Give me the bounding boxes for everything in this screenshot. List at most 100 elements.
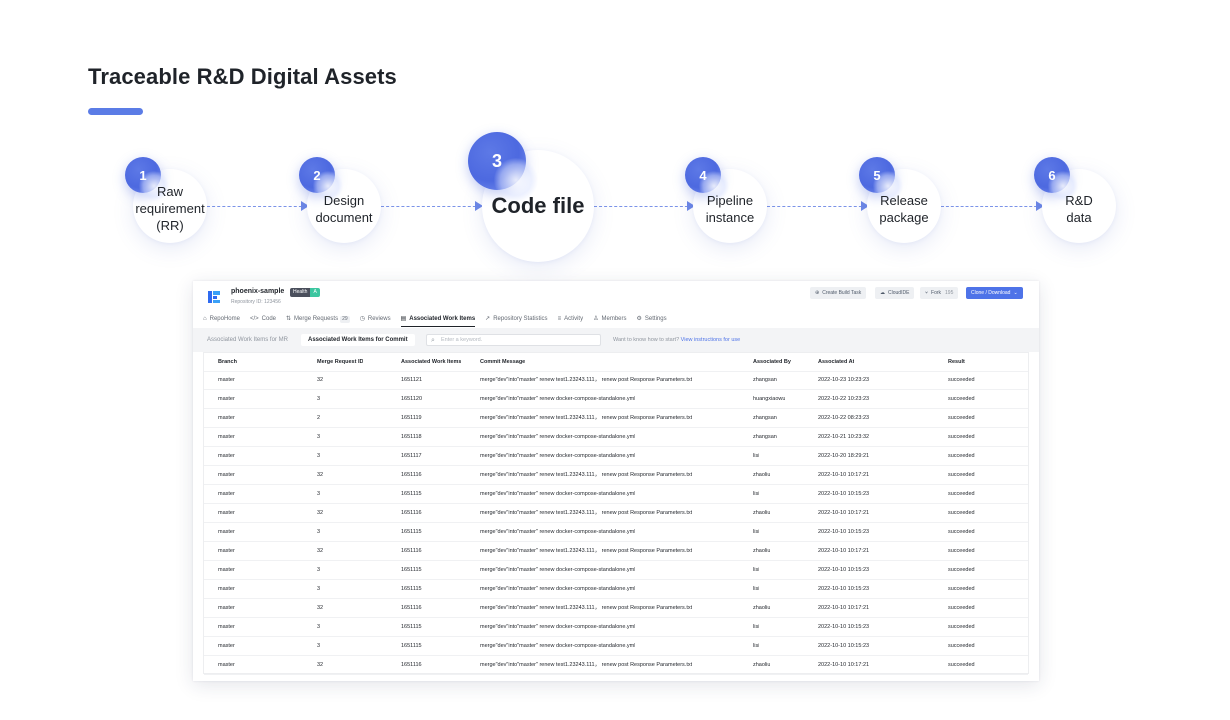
table-cell: 2022-10-10 10:17:21 <box>818 510 870 516</box>
column-header: Associated By <box>753 359 791 365</box>
search-input[interactable]: ⌕ Enter a keyword. <box>426 334 601 346</box>
table-cell: 2022-10-10 10:17:21 <box>818 472 870 478</box>
instructions-link[interactable]: View instructions for use <box>681 337 741 343</box>
table-row[interactable]: master 3 1651117 merge"dev"into"master" ren… <box>204 447 1028 466</box>
tab-activity[interactable]: ≡ Activity <box>558 312 584 327</box>
step-label: Pipeline <box>706 193 754 208</box>
table-cell: succeeded <box>948 624 975 630</box>
table-cell: merge"dev"into"master" renew test1.23243… <box>480 510 693 516</box>
table-cell: 1651116 <box>401 548 422 554</box>
health-label: Health <box>290 288 311 297</box>
chevron-down-icon: ⌄ <box>1013 290 1018 296</box>
home-icon: ⌂ <box>203 316 207 322</box>
tab-merge-requests[interactable]: ⇅ Merge Requests 29 <box>286 312 350 327</box>
cloud-icon: ☁ <box>880 290 885 296</box>
table-cell: 32 <box>317 377 324 383</box>
table-cell: 1651116 <box>401 472 422 478</box>
table-cell: master <box>218 529 235 535</box>
tab-settings[interactable]: ⚙ Settings <box>637 312 667 327</box>
table-row[interactable]: master 32 1651121 merge"dev"into"master" re… <box>204 371 1028 390</box>
table-cell: merge"dev"into"master" renew test1.23243… <box>480 605 693 611</box>
clone-download-button[interactable]: Clone / Download ⌄ <box>966 287 1023 299</box>
segment-mr[interactable]: Associated Work Items for MR <box>200 334 295 346</box>
tab-members[interactable]: ♙ Members <box>593 312 626 327</box>
table-cell: merge"dev"into"master" renew docker-comp… <box>480 491 636 497</box>
flow-step-release-package: 5 Release package <box>859 157 941 243</box>
table-cell: zhangsan <box>753 377 777 383</box>
gear-icon: ⚙ <box>636 316 642 322</box>
table-row[interactable]: master 2 1651119 merge"dev"into"master" ren… <box>204 409 1028 428</box>
flow-step-raw-requirement: 1 Raw requirement (RR) <box>125 157 207 243</box>
table-cell: succeeded <box>948 529 975 535</box>
table-cell: merge"dev"into"master" renew docker-comp… <box>480 624 636 630</box>
table-row[interactable]: master 32 1651116 merge"dev"into"master" re… <box>204 656 1028 675</box>
table-cell: zhaoliu <box>753 510 771 516</box>
repo-header: phoenix-sample Health A Repository ID: 1… <box>193 281 1039 311</box>
table-row[interactable]: master 32 1651116 merge"dev"into"master" re… <box>204 504 1028 523</box>
table-cell: zhaoliu <box>753 662 771 668</box>
table-cell: 2022-10-10 10:15:23 <box>818 491 870 497</box>
plus-circle-icon: ⊕ <box>815 290 820 296</box>
flow-step-code-file: 3 Code file <box>468 132 594 262</box>
tab-repository-statistics[interactable]: ↗ Repository Statistics <box>485 312 547 327</box>
table-cell: 1651115 <box>401 491 422 497</box>
flow-step-design-document: 2 Design document <box>299 157 381 243</box>
table-cell: 32 <box>317 605 324 611</box>
tab-repohome[interactable]: ⌂ RepoHome <box>203 312 240 327</box>
table-cell: 2022-10-10 10:17:21 <box>818 662 870 668</box>
repository-panel: phoenix-sample Health A Repository ID: 1… <box>193 281 1039 681</box>
table-row[interactable]: master 3 1651115 merge"dev"into"master" ren… <box>204 618 1028 637</box>
table-cell: master <box>218 624 235 630</box>
repo-logo-icon <box>208 291 220 303</box>
step-label: package <box>879 210 929 225</box>
traceability-flow: 1 Raw requirement (RR) 2 Design document… <box>0 120 1230 270</box>
table-cell: master <box>218 605 235 611</box>
table-cell: succeeded <box>948 586 975 592</box>
flow-connector-1-2 <box>207 201 309 211</box>
column-header: Result <box>948 359 965 365</box>
table-row[interactable]: master 3 1651115 merge"dev"into"master" ren… <box>204 523 1028 542</box>
segment-commit[interactable]: Associated Work Items for Commit <box>301 334 415 346</box>
table-cell: master <box>218 643 235 649</box>
table-cell: 2 <box>317 415 321 421</box>
table-row[interactable]: master 3 1651120 merge"dev"into"master" ren… <box>204 390 1028 409</box>
table-cell: master <box>218 377 235 383</box>
table-cell: 32 <box>317 662 324 668</box>
tab-associated-work-items[interactable]: ▤ Associated Work Items <box>400 312 475 327</box>
table-cell: succeeded <box>948 567 975 573</box>
table-row[interactable]: master 3 1651118 merge"dev"into"master" ren… <box>204 428 1028 447</box>
tab-reviews[interactable]: ◷ Reviews <box>360 312 391 327</box>
table-cell: 1651121 <box>401 377 423 383</box>
table-row[interactable]: master 3 1651115 merge"dev"into"master" ren… <box>204 485 1028 504</box>
column-header: Merge Request ID <box>317 359 364 365</box>
review-icon: ◷ <box>359 316 365 322</box>
table-cell: master <box>218 491 235 497</box>
search-icon: ⌕ <box>431 337 435 344</box>
table-row[interactable]: master 3 1651115 merge"dev"into"master" ren… <box>204 580 1028 599</box>
table-cell: lisi <box>753 643 760 649</box>
table-row[interactable]: master 3 1651115 merge"dev"into"master" ren… <box>204 637 1028 656</box>
fork-button[interactable]: ⑂ Fork 195 <box>920 287 959 299</box>
cloudide-button[interactable]: ☁ CloudIDE <box>875 287 915 299</box>
fork-count: 195 <box>945 290 954 296</box>
table-cell: 3 <box>317 586 321 592</box>
table-cell: 1651116 <box>401 662 422 668</box>
table-row[interactable]: master 32 1651116 merge"dev"into"master" re… <box>204 542 1028 561</box>
title-underline <box>88 108 143 115</box>
repo-name[interactable]: phoenix-sample <box>231 288 284 295</box>
table-cell: merge"dev"into"master" renew docker-comp… <box>480 396 636 402</box>
step-label: Design <box>323 193 365 208</box>
table-cell: merge"dev"into"master" renew docker-comp… <box>480 586 636 592</box>
table-cell: lisi <box>753 529 760 535</box>
table-cell: master <box>218 586 235 592</box>
table-cell: 2022-10-10 10:15:23 <box>818 643 870 649</box>
table-row[interactable]: master 32 1651116 merge"dev"into"master" re… <box>204 466 1028 485</box>
create-build-task-button[interactable]: ⊕ Create Build Task <box>810 287 867 299</box>
table-cell: master <box>218 548 235 554</box>
tab-code[interactable]: </> Code <box>250 312 276 327</box>
flow-connector-4-5 <box>767 201 869 211</box>
table-row[interactable]: master 32 1651116 merge"dev"into"master" re… <box>204 599 1028 618</box>
fork-icon: ⑂ <box>925 290 929 296</box>
table-cell: succeeded <box>948 510 975 516</box>
table-row[interactable]: master 3 1651115 merge"dev"into"master" ren… <box>204 561 1028 580</box>
